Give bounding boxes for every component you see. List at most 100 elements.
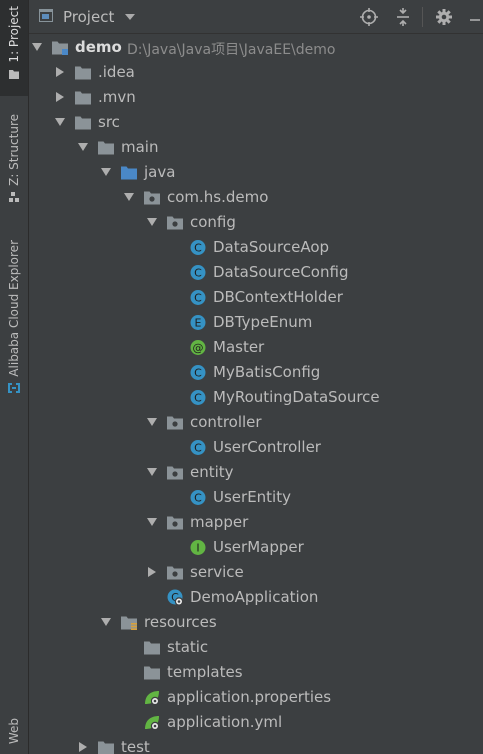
expand-arrow-right-icon[interactable] — [54, 66, 66, 78]
tree-row-label: service — [190, 563, 244, 581]
tree-row-usercontroller[interactable]: C UserController — [29, 435, 483, 460]
interface-icon: I — [189, 539, 207, 556]
tree-row-demoapplication[interactable]: C DemoApplication — [29, 585, 483, 610]
expand-arrow-down-icon[interactable] — [54, 116, 66, 128]
locate-button[interactable] — [359, 7, 379, 27]
tree-row-application-yml[interactable]: application.yml — [29, 710, 483, 735]
folder-icon — [74, 89, 92, 106]
hide-button[interactable] — [465, 7, 483, 27]
package-icon — [166, 514, 184, 531]
expand-arrow-down-icon[interactable] — [100, 166, 112, 178]
tree-row-java[interactable]: java — [29, 160, 483, 185]
expand-arrow-down-icon[interactable] — [100, 616, 112, 628]
expand-arrow-right-icon[interactable] — [54, 91, 66, 103]
tree-row-main[interactable]: main — [29, 135, 483, 160]
tree-row-templates[interactable]: templates — [29, 660, 483, 685]
tree-row-label: controller — [190, 413, 262, 431]
expand-arrow-right-icon[interactable] — [77, 741, 89, 753]
tree-row-mvn[interactable]: .mvn — [29, 85, 483, 110]
expand-arrow-down-icon[interactable] — [77, 141, 89, 153]
class-icon: C — [189, 239, 207, 256]
tree-row-test[interactable]: test — [29, 735, 483, 754]
folder-icon — [97, 739, 115, 754]
tree-row-label: .idea — [98, 63, 135, 81]
expand-arrow-down-icon[interactable] — [146, 216, 158, 228]
tree-row-label: UserEntity — [213, 488, 291, 506]
svg-text:@: @ — [193, 342, 204, 355]
tree-row-label: .mvn — [98, 88, 136, 106]
tree-row-label: application.yml — [167, 713, 283, 731]
spring-config-icon — [143, 689, 161, 706]
tree-row-label: resources — [144, 613, 217, 631]
expand-arrow-right-icon[interactable] — [146, 566, 158, 578]
annotation-icon: @ — [189, 339, 207, 356]
tree-row-label: UserController — [213, 438, 321, 456]
tree-row-label: application.properties — [167, 688, 332, 706]
source-folder-icon — [120, 164, 138, 181]
class-icon: C — [189, 489, 207, 506]
tree-row-mapper[interactable]: mapper — [29, 510, 483, 535]
expand-arrow-down-icon[interactable] — [146, 416, 158, 428]
tree-row-label: Master — [213, 338, 265, 356]
project-view-title[interactable]: Project — [63, 8, 114, 26]
tab-alibaba-label: Alibaba Cloud Explorer — [7, 240, 21, 377]
tree-row-config[interactable]: config — [29, 210, 483, 235]
tree-row-dbtypeenum[interactable]: E DBTypeEnum — [29, 310, 483, 335]
project-view-header: Project — [29, 0, 483, 34]
tab-web-label: Web — [7, 718, 21, 745]
tree-row-resources[interactable]: resources — [29, 610, 483, 635]
tree-row-usermapper[interactable]: I UserMapper — [29, 535, 483, 560]
tree-row-com-hs-demo[interactable]: com.hs.demo — [29, 185, 483, 210]
tree-row-label: UserMapper — [213, 538, 304, 556]
tab-project[interactable]: 1: Project — [0, 0, 28, 96]
module-path: D:\Java\Java项目\JavaEE\demo — [127, 42, 336, 58]
tree-row-application-properties[interactable]: application.properties — [29, 685, 483, 710]
tree-row-datasourceconfig[interactable]: C DataSourceConfig — [29, 260, 483, 285]
chevron-down-icon[interactable] — [125, 14, 135, 20]
tree-row-idea[interactable]: .idea — [29, 60, 483, 85]
tree-row-userentity[interactable]: C UserEntity — [29, 485, 483, 510]
tree-row-demo[interactable]: demo D:\Java\Java项目\JavaEE\demo — [29, 35, 483, 60]
tree-row-src[interactable]: src — [29, 110, 483, 135]
tree-row-entity[interactable]: entity — [29, 460, 483, 485]
project-view-icon — [39, 9, 53, 22]
gear-icon — [436, 9, 452, 25]
tree-row-label: demo — [75, 38, 122, 56]
tree-row-label: DBTypeEnum — [213, 313, 313, 331]
structure-tab-icon — [9, 191, 19, 202]
tab-structure[interactable]: Z: Structure — [0, 114, 28, 214]
header-divider — [422, 7, 423, 27]
tree-row-master[interactable]: @ Master — [29, 335, 483, 360]
tree-row-mybatisconfig[interactable]: C MyBatisConfig — [29, 360, 483, 385]
project-tree[interactable]: demo D:\Java\Java项目\JavaEE\demo .idea .mvn s… — [29, 34, 483, 754]
spring-boot-class-icon: C — [166, 589, 184, 606]
collapse-all-button[interactable] — [393, 7, 413, 27]
package-icon — [166, 564, 184, 581]
ide-window: 1: Project Z: Structure Alibaba Cloud Ex… — [0, 0, 483, 754]
tree-row-service[interactable]: service — [29, 560, 483, 585]
tree-row-static[interactable]: static — [29, 635, 483, 660]
svg-text:C: C — [194, 242, 202, 255]
minimize-icon — [470, 19, 480, 21]
tab-web[interactable]: Web — [0, 718, 28, 754]
tree-row-dbcontextholder[interactable]: C DBContextHolder — [29, 285, 483, 310]
expand-arrow-down-icon[interactable] — [146, 516, 158, 528]
tree-row-myroutingdatasource[interactable]: C MyRoutingDataSource — [29, 385, 483, 410]
expand-arrow-down-icon[interactable] — [146, 466, 158, 478]
tree-row-label: config — [190, 213, 236, 231]
tree-row-label: java — [144, 163, 176, 181]
tree-row-label: DemoApplication — [190, 588, 319, 606]
svg-text:I: I — [196, 542, 199, 555]
tab-alibaba-cloud-explorer[interactable]: Alibaba Cloud Explorer — [0, 240, 28, 406]
tab-structure-label: Z: Structure — [7, 114, 21, 186]
folder-icon — [74, 114, 92, 131]
tool-window-stripe: 1: Project Z: Structure Alibaba Cloud Ex… — [0, 0, 29, 754]
expand-arrow-down-icon[interactable] — [123, 191, 135, 203]
expand-arrow-down-icon[interactable] — [31, 41, 43, 53]
tree-row-label: entity — [190, 463, 234, 481]
tree-row-controller[interactable]: controller — [29, 410, 483, 435]
class-icon: C — [189, 389, 207, 406]
collapse-icon — [397, 8, 409, 26]
settings-button[interactable] — [434, 7, 454, 27]
tree-row-datasourceaop[interactable]: C DataSourceAop — [29, 235, 483, 260]
